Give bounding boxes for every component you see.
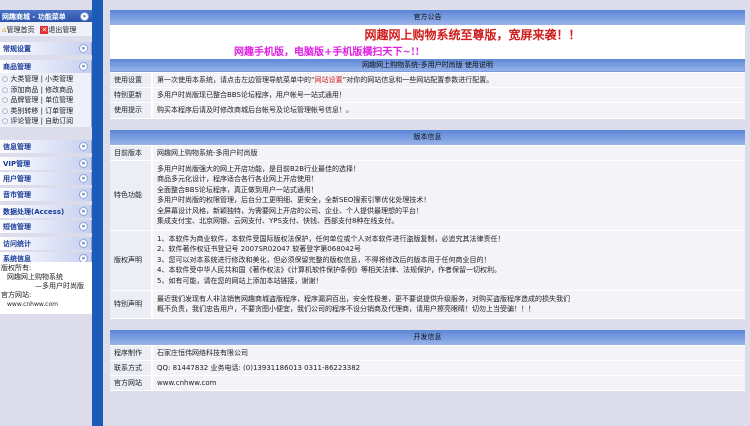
- submenu-link[interactable]: 品牌管理: [10, 96, 38, 104]
- dev-header: 开发信息: [110, 330, 745, 346]
- notice-table: 官方公告 网趣网上购物系统至尊版，宽屏来袭！！ 网趣手机版，电脑版+手机版横扫天…: [110, 10, 745, 119]
- sidebar-section[interactable]: 音市管理»: [0, 188, 92, 201]
- list-line: 2、软件著作权证书登记号 2007SR02047 软著登字第068042号: [157, 245, 362, 254]
- list-line: 1、本软件为商业软件，本软件受国际版权法保护，任何单位或个人对本软件进行盗版复制…: [157, 234, 505, 243]
- submenu-row: ○ 类别转移 | 订单管理: [2, 106, 74, 115]
- special-text: 最近我们发现有人非法销售网趣商城盗版程序，程序漏洞百出，安全性极差，更不要说提供…: [152, 290, 745, 319]
- bullet-icon: ○: [2, 106, 9, 115]
- list-line: 3、您可以对本系统进行修改和美化，但必须保留完整的版权信息，不得将修改后的版本用…: [157, 255, 491, 264]
- sidebar-divider[interactable]: [92, 0, 103, 426]
- row-label: 官方网站: [110, 375, 153, 391]
- logout-link[interactable]: ✕退出管理: [40, 25, 76, 34]
- sidebar-section[interactable]: 信息管理»: [0, 140, 92, 153]
- row-text: 石家庄恒伟网络科技有限公司: [152, 345, 745, 361]
- collapse-icon[interactable]: »: [80, 12, 89, 21]
- bullet-icon: ○: [2, 96, 9, 104]
- notice-subheader: 网趣网上购物系统-多用户时尚版 使用说明: [110, 58, 745, 73]
- sidebar-section[interactable]: 访问统计»: [0, 237, 92, 250]
- banner-title: 网趣网上购物系统至尊版，宽屏来袭！！: [364, 27, 581, 42]
- row-text: 网趣网上购物系统-多用户时尚版: [152, 145, 745, 161]
- submenu-row: ○ 添加商品 | 修改商品: [2, 85, 74, 94]
- row-label: 使用设置: [110, 72, 153, 88]
- row-text: QQ: 81447832 业务电话: (0)13931186013 0311-8…: [152, 360, 745, 376]
- sidebar-title: 网趣商城 - 功能菜单»: [0, 10, 92, 22]
- version-header: 版本信息: [110, 130, 745, 146]
- chevron-down-icon[interactable]: »: [79, 142, 88, 151]
- list-line: 集成支付宝、北京网银、云网支付、YPS支付、快钱、西部支付8种在线支付。: [157, 217, 399, 225]
- chevron-down-icon[interactable]: »: [79, 207, 88, 216]
- list-line: 全面整合BBS论坛程序，真正做到用户一站式通用！: [157, 185, 318, 194]
- chevron-down-icon[interactable]: »: [79, 62, 88, 71]
- row-text: 购买本程序后请及时修改商城后台帐号及论坛管理帐号信息！。: [152, 102, 745, 119]
- top-links: ⌂管理首页 ✕退出管理: [0, 22, 92, 36]
- submenu-link[interactable]: 类别转移: [10, 107, 38, 115]
- chevron-down-icon[interactable]: »: [79, 174, 88, 183]
- footer-site-link[interactable]: www.cnhww.com: [1, 300, 91, 309]
- home-link[interactable]: ⌂管理首页: [2, 25, 34, 34]
- sidebar-footer: 版权所有: 网趣网上购物系统 —多用户时尚版 官方网站: www.cnhww.c…: [0, 262, 92, 314]
- sidebar-section[interactable]: 商品管理»: [0, 60, 92, 73]
- row-label: 程序制作: [110, 345, 153, 361]
- submenu-row: ○ 大类管理 | 小类管理: [2, 75, 74, 83]
- sidebar-section[interactable]: VIP管理»: [0, 157, 92, 170]
- sidebar-section[interactable]: 短信管理»: [0, 220, 92, 233]
- site-settings-link[interactable]: 网站设置: [315, 76, 343, 84]
- bullet-icon: ○: [2, 117, 9, 125]
- banner-subtitle: 网趣手机版，电脑版+手机版横扫天下~!!: [234, 46, 420, 58]
- sidebar-section[interactable]: 用户管理»: [0, 172, 92, 185]
- submenu-link[interactable]: 修改商品: [45, 86, 73, 94]
- row-label: 特色功能: [110, 160, 153, 231]
- row-text: 第一次使用本系统，请点击左边管理导航菜单中的“网站设置”对你的网站信息和一些网站…: [152, 72, 745, 88]
- row-label: 目前版本: [110, 145, 153, 161]
- chevron-down-icon[interactable]: »: [79, 190, 88, 199]
- chevron-down-icon[interactable]: »: [79, 239, 88, 248]
- dev-table: 开发信息 程序制作 石家庄恒伟网络科技有限公司 联系方式 QQ: 81447832 …: [110, 330, 745, 391]
- row-text: 多用户时尚版现已整合BBS论坛程序，用户帐号一站式通用！: [152, 87, 745, 103]
- submenu-link[interactable]: 自助订阅: [45, 117, 73, 125]
- submenu-link[interactable]: 订单管理: [45, 107, 73, 115]
- row-label: 特别更新: [110, 87, 153, 103]
- list-line: 4、本软件受中华人民共和国《著作权法》《计算机软件保护条例》等相关法律、法规保护…: [157, 266, 501, 275]
- submenu-row: ○ 品牌管理 | 单位管理: [2, 96, 74, 104]
- list-line: 全屏幕设计风格，新颖独特，为需要网上开店的公司、企业、个人提供最理想的平台！: [157, 206, 423, 215]
- official-site-link[interactable]: www.cnhww.com: [152, 375, 745, 391]
- bullet-icon: ○: [2, 85, 9, 94]
- submenu-link[interactable]: 添加商品: [10, 86, 38, 94]
- sidebar: 网趣商城 - 功能菜单» ⌂管理首页 ✕退出管理 常规设置» 商品管理» 信息管理»…: [0, 0, 92, 426]
- sidebar-section[interactable]: 常规设置»: [0, 42, 92, 55]
- row-label: 联系方式: [110, 360, 153, 376]
- chevron-down-icon[interactable]: »: [79, 44, 88, 53]
- row-label: 特别声明: [110, 290, 153, 319]
- chevron-down-icon[interactable]: »: [79, 222, 88, 231]
- list-line: 商品多元化设计，程序适合各行各业网上开店使用！: [157, 175, 318, 183]
- notice-header: 官方公告: [110, 10, 745, 26]
- copyright-list: 1、本软件为商业软件，本软件受国际版权法保护，任何单位或个人对本软件进行盗版复制…: [152, 230, 745, 291]
- features-list: 多用户时尚版强大的网上开店功能，是目前B2B行业最佳的选择！ 商品多元化设计，程序…: [152, 160, 745, 231]
- list-line: 5、如有可能，请在您的网站上添加本站链接，谢谢！: [157, 276, 323, 285]
- submenu-link[interactable]: 大类管理: [10, 75, 38, 83]
- bullet-icon: ○: [2, 75, 9, 83]
- list-line: 多用户时尚版强大的网上开店功能，是目前B2B行业最佳的选择！: [157, 164, 361, 173]
- row-label: 使用提示: [110, 102, 153, 119]
- submenu-link[interactable]: 单位管理: [45, 96, 73, 104]
- version-table: 版本信息 目前版本 网趣网上购物系统-多用户时尚版 特色功能 多用户时尚版强大的网上…: [110, 130, 745, 319]
- list-line: 多用户时尚版的权限管理，后台分工更明细、更安全，全新SEO搜索引擎优化处理技术！: [157, 196, 431, 204]
- submenu-link[interactable]: 评论管理: [10, 117, 38, 125]
- sidebar-section[interactable]: 数据处理(Access)»: [0, 205, 92, 218]
- row-label: 版权声明: [110, 230, 153, 291]
- submenu-row: ○ 评论管理 | 自助订阅: [2, 117, 74, 125]
- submenu-link[interactable]: 小类管理: [45, 75, 73, 83]
- chevron-down-icon[interactable]: »: [79, 159, 88, 168]
- goods-submenu: ○ 大类管理 | 小类管理 ○ 添加商品 | 修改商品 ○ 品牌管理 | 单位管理 ○…: [0, 73, 92, 127]
